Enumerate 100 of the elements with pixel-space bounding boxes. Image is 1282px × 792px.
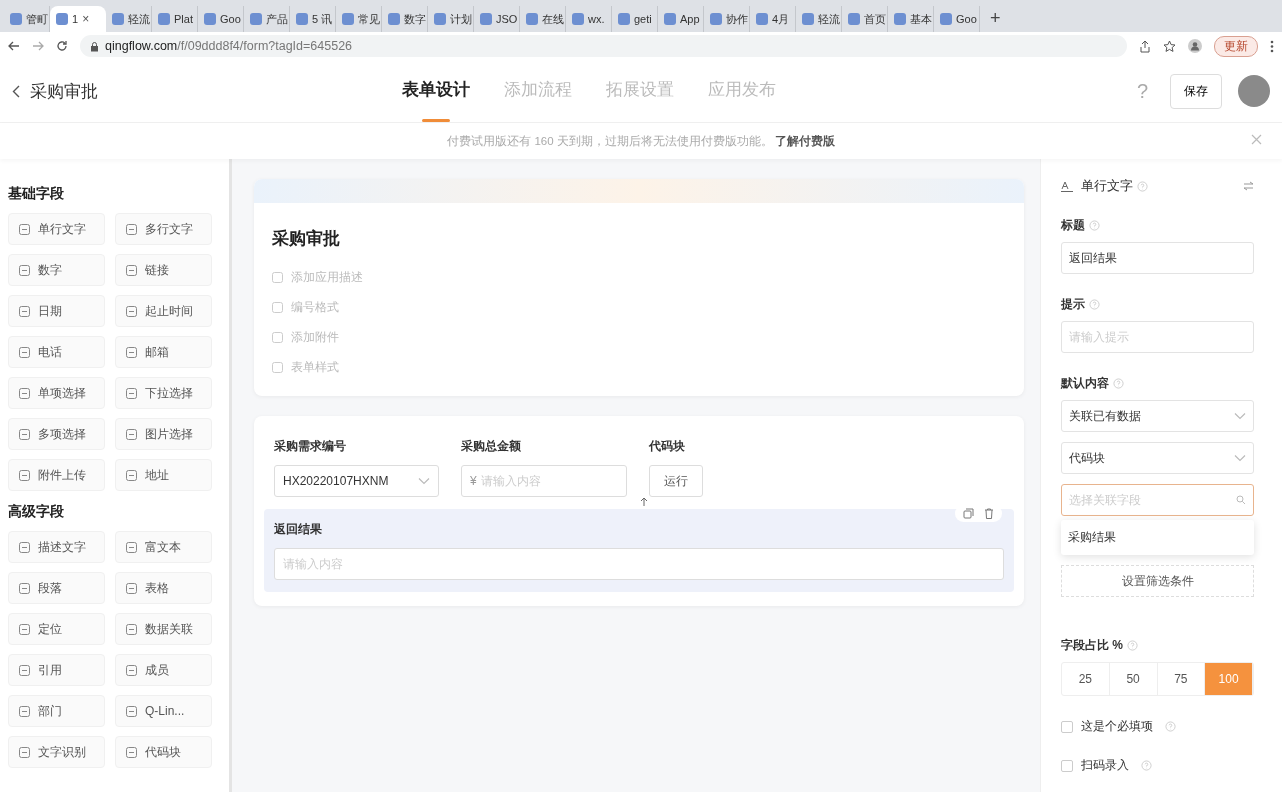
field-type-icon — [19, 305, 30, 317]
field-type-item[interactable]: 图片选择 — [115, 418, 212, 450]
field-type-icon — [19, 746, 30, 758]
field-type-item[interactable]: 日期 — [8, 295, 105, 327]
forward-arrow-icon[interactable] — [32, 40, 44, 52]
field-type-item[interactable]: 地址 — [115, 459, 212, 491]
back-arrow-icon[interactable] — [8, 40, 20, 52]
field-type-item[interactable]: 文字识别 — [8, 736, 105, 768]
field-type-icon — [19, 541, 30, 553]
field-type-item[interactable]: 富文本 — [115, 531, 212, 563]
swap-icon[interactable] — [1243, 181, 1254, 191]
field-type-title: 单行文字 — [1081, 177, 1133, 195]
select-field[interactable]: 代码块 — [1061, 442, 1254, 474]
checkbox[interactable] — [1061, 759, 1073, 772]
help-icon — [1141, 760, 1152, 771]
field-type-item[interactable]: 表格 — [115, 572, 212, 604]
menu-icon[interactable] — [1270, 39, 1274, 53]
upgrade-link[interactable]: 了解付费版 — [774, 134, 835, 147]
field-type-icon — [126, 428, 137, 440]
field-type-item[interactable]: 多行文字 — [115, 213, 212, 245]
section-heading: 高级字段 — [8, 503, 64, 521]
field-type-icon — [126, 746, 137, 758]
field-label: 代码块 — [649, 438, 686, 455]
width-option[interactable]: 25 — [1062, 663, 1110, 695]
chevron-down-icon — [1234, 454, 1246, 462]
width-option[interactable]: 50 — [1109, 663, 1158, 695]
field-type-item[interactable]: 单项选择 — [8, 377, 105, 409]
update-button[interactable]: 更新 — [1214, 35, 1258, 57]
reload-icon[interactable] — [56, 40, 68, 52]
section-heading: 基础字段 — [8, 185, 64, 203]
dropdown-option[interactable]: 采购结果 — [1061, 520, 1254, 555]
browser-tab[interactable]: 1 × — [50, 6, 106, 32]
save-button[interactable]: 保存 — [1170, 73, 1222, 109]
chevron-down-icon — [418, 477, 430, 485]
field-type-item[interactable]: 数字 — [8, 254, 105, 286]
field-type-icon — [19, 469, 30, 481]
field-type-item[interactable]: 成员 — [115, 654, 212, 686]
share-icon[interactable] — [1139, 39, 1151, 53]
field-type-item[interactable]: Q-Lin... — [115, 695, 212, 727]
address-bar[interactable]: qingflow.com/f/09ddd8f4/form?tagId=645526 — [80, 35, 1127, 57]
field-label: 返回结果 — [274, 521, 322, 538]
title-input-field[interactable]: 返回结果 — [1061, 242, 1254, 274]
text-field-icon — [1061, 180, 1073, 192]
option-icon — [272, 271, 283, 283]
checkbox[interactable] — [1061, 720, 1073, 733]
run-button[interactable]: 运行 — [649, 465, 703, 497]
field-type-icon — [126, 664, 137, 676]
favicon-icon — [526, 13, 538, 25]
favicon-icon — [342, 13, 354, 25]
field-type-item[interactable]: 附件上传 — [8, 459, 105, 491]
field-type-item[interactable]: 电话 — [8, 336, 105, 368]
close-tab-button[interactable]: × — [82, 12, 90, 26]
field-type-item[interactable]: 部门 — [8, 695, 105, 727]
field-type-item[interactable]: 多项选择 — [8, 418, 105, 450]
new-tab-button[interactable]: + — [980, 8, 1011, 32]
field-type-item[interactable]: 邮箱 — [115, 336, 212, 368]
back-link[interactable]: 采购审批 — [12, 79, 402, 103]
field-type-icon — [126, 469, 137, 481]
field-type-item[interactable]: 单行文字 — [8, 213, 105, 245]
favicon-icon — [618, 13, 630, 25]
field-type-icon — [126, 623, 137, 635]
field-type-item[interactable]: 描述文字 — [8, 531, 105, 563]
favicon-icon — [802, 13, 814, 25]
trial-notice: 付费试用版还有 160 天到期，过期后将无法使用付费版功能。 了解付费版 — [447, 133, 835, 149]
help-icon — [1113, 378, 1124, 389]
field-type-item[interactable]: 定位 — [8, 613, 105, 645]
field-type-icon — [19, 664, 30, 676]
avatar[interactable] — [1238, 75, 1270, 107]
field-type-icon — [19, 582, 30, 594]
field-type-item[interactable]: 段落 — [8, 572, 105, 604]
field-type-icon — [19, 623, 30, 635]
favicon-icon — [664, 13, 676, 25]
help-icon — [1089, 299, 1100, 310]
profile-icon[interactable] — [1188, 39, 1202, 53]
checkbox-label: 扫码录入 — [1081, 757, 1129, 774]
star-icon[interactable] — [1163, 39, 1176, 53]
select-field[interactable]: 关联已有数据 — [1061, 400, 1254, 432]
app-title: 采购审批 — [30, 80, 98, 103]
select-field[interactable]: HX20220107HXNM — [274, 465, 439, 497]
copy-icon[interactable] — [963, 508, 974, 519]
field-type-icon — [126, 541, 137, 553]
trash-icon[interactable] — [984, 508, 994, 519]
field-type-icon — [126, 264, 137, 276]
field-label: 采购需求编号 — [274, 438, 347, 455]
favicon-icon — [894, 13, 906, 25]
field-type-item[interactable]: 下拉选择 — [115, 377, 212, 409]
field-type-icon — [19, 705, 30, 717]
field-type-item[interactable]: 起止时间 — [115, 295, 212, 327]
favicon-icon — [388, 13, 400, 25]
field-type-item[interactable]: 数据关联 — [115, 613, 212, 645]
nav-tab[interactable]: 表单设计 — [402, 60, 470, 122]
property-label: 提示 — [1061, 296, 1085, 313]
help-icon — [1127, 640, 1138, 651]
field-type-item[interactable]: 引用 — [8, 654, 105, 686]
field-type-item[interactable]: 链接 — [115, 254, 212, 286]
field-type-item[interactable]: 代码块 — [115, 736, 212, 768]
filter-button[interactable]: 设置筛选条件 — [1061, 565, 1254, 597]
favicon-icon — [250, 13, 262, 25]
arrow-up-icon[interactable] — [639, 497, 649, 507]
option-icon — [272, 331, 283, 343]
